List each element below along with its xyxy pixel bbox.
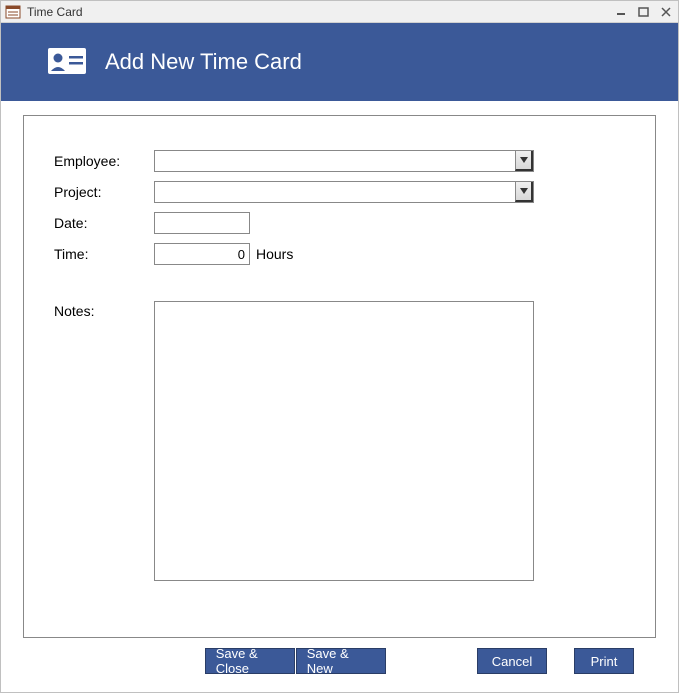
notes-label: Notes: xyxy=(54,301,154,581)
project-input[interactable] xyxy=(155,182,515,202)
save-new-button[interactable]: Save & New xyxy=(296,648,386,674)
date-label: Date: xyxy=(54,215,154,231)
content-area: Employee: Project: Date: xyxy=(1,101,678,692)
time-suffix: Hours xyxy=(256,246,293,262)
window-title: Time Card xyxy=(27,5,83,19)
form-panel: Employee: Project: Date: xyxy=(23,115,656,638)
employee-input[interactable] xyxy=(155,151,515,171)
employee-label: Employee: xyxy=(54,153,154,169)
print-button[interactable]: Print xyxy=(574,648,634,674)
maximize-button[interactable] xyxy=(636,5,652,19)
project-label: Project: xyxy=(54,184,154,200)
notes-textarea[interactable] xyxy=(154,301,534,581)
project-combobox[interactable] xyxy=(154,181,534,203)
employee-dropdown-button[interactable] xyxy=(515,151,533,171)
save-close-button[interactable]: Save & Close xyxy=(205,648,295,674)
employee-combobox[interactable] xyxy=(154,150,534,172)
header-banner: Add New Time Card xyxy=(1,23,678,101)
minimize-button[interactable] xyxy=(614,5,630,19)
cancel-button[interactable]: Cancel xyxy=(477,648,547,674)
window-frame: Time Card Add New Time Card xyxy=(0,0,679,693)
date-input[interactable] xyxy=(154,212,250,234)
button-row: Save & Close Save & New Cancel Print xyxy=(23,648,656,674)
time-label: Time: xyxy=(54,246,154,262)
titlebar: Time Card xyxy=(1,1,678,23)
window-controls xyxy=(614,5,674,19)
id-card-icon xyxy=(47,47,87,78)
project-dropdown-button[interactable] xyxy=(515,182,533,202)
form-icon xyxy=(5,4,21,20)
time-input[interactable] xyxy=(154,243,250,265)
close-button[interactable] xyxy=(658,5,674,19)
page-title: Add New Time Card xyxy=(105,49,302,75)
